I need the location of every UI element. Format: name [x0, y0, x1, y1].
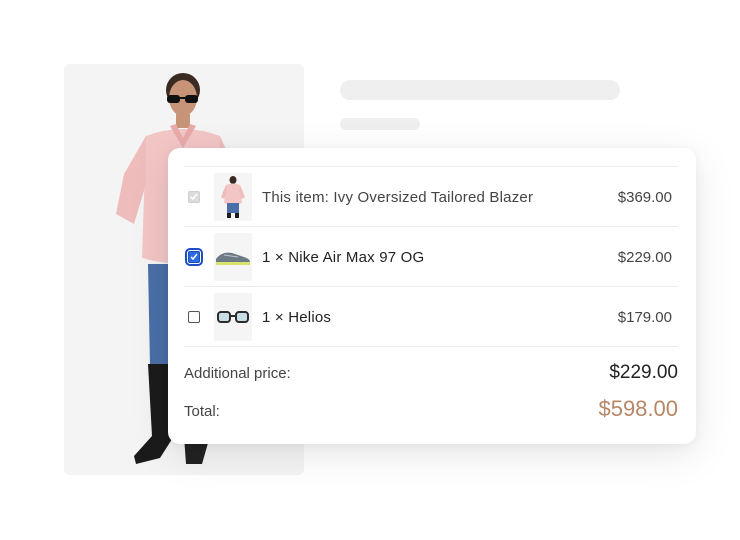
bundle-item-sunglasses: 1 × Helios $179.00	[184, 286, 678, 347]
subtitle-placeholder-bar	[340, 118, 420, 130]
bundle-offer-scene: This item: Ivy Oversized Tailored Blazer…	[0, 0, 740, 540]
total-price-value: $598.00	[598, 396, 678, 421]
summary-divider	[184, 346, 678, 347]
bundle-item-label: This item: Ivy Oversized Tailored Blazer	[262, 188, 534, 206]
bundle-item-blazer: This item: Ivy Oversized Tailored Blazer…	[184, 166, 678, 227]
bundle-item-checkbox-disabled	[188, 191, 200, 203]
frequently-bought-together-card: This item: Ivy Oversized Tailored Blazer…	[168, 148, 696, 444]
bundle-item-label: 1 × Nike Air Max 97 OG	[262, 248, 425, 266]
bundle-item-price: $369.00	[617, 188, 672, 206]
additional-price-value: $229.00	[609, 362, 678, 383]
title-placeholder-bar	[340, 80, 620, 100]
sunglasses-thumbnail-icon	[214, 293, 252, 341]
bundle-item-price: $229.00	[617, 248, 672, 266]
blazer-thumbnail-icon	[214, 173, 252, 221]
bundle-item-sneaker: 1 × Nike Air Max 97 OG $229.00	[184, 226, 678, 287]
total-price-row: Total: $598.00	[184, 396, 678, 422]
additional-price-label: Additional price:	[184, 365, 291, 382]
bundle-item-checkbox-unchecked[interactable]	[188, 311, 200, 323]
bundle-item-label: 1 × Helios	[262, 308, 332, 326]
sneaker-thumbnail-icon	[214, 233, 252, 281]
bundle-item-checkbox-checked[interactable]	[185, 248, 203, 266]
additional-price-row: Additional price: $229.00	[184, 362, 678, 384]
total-price-label: Total:	[184, 403, 220, 420]
bundle-item-price: $179.00	[617, 308, 672, 326]
